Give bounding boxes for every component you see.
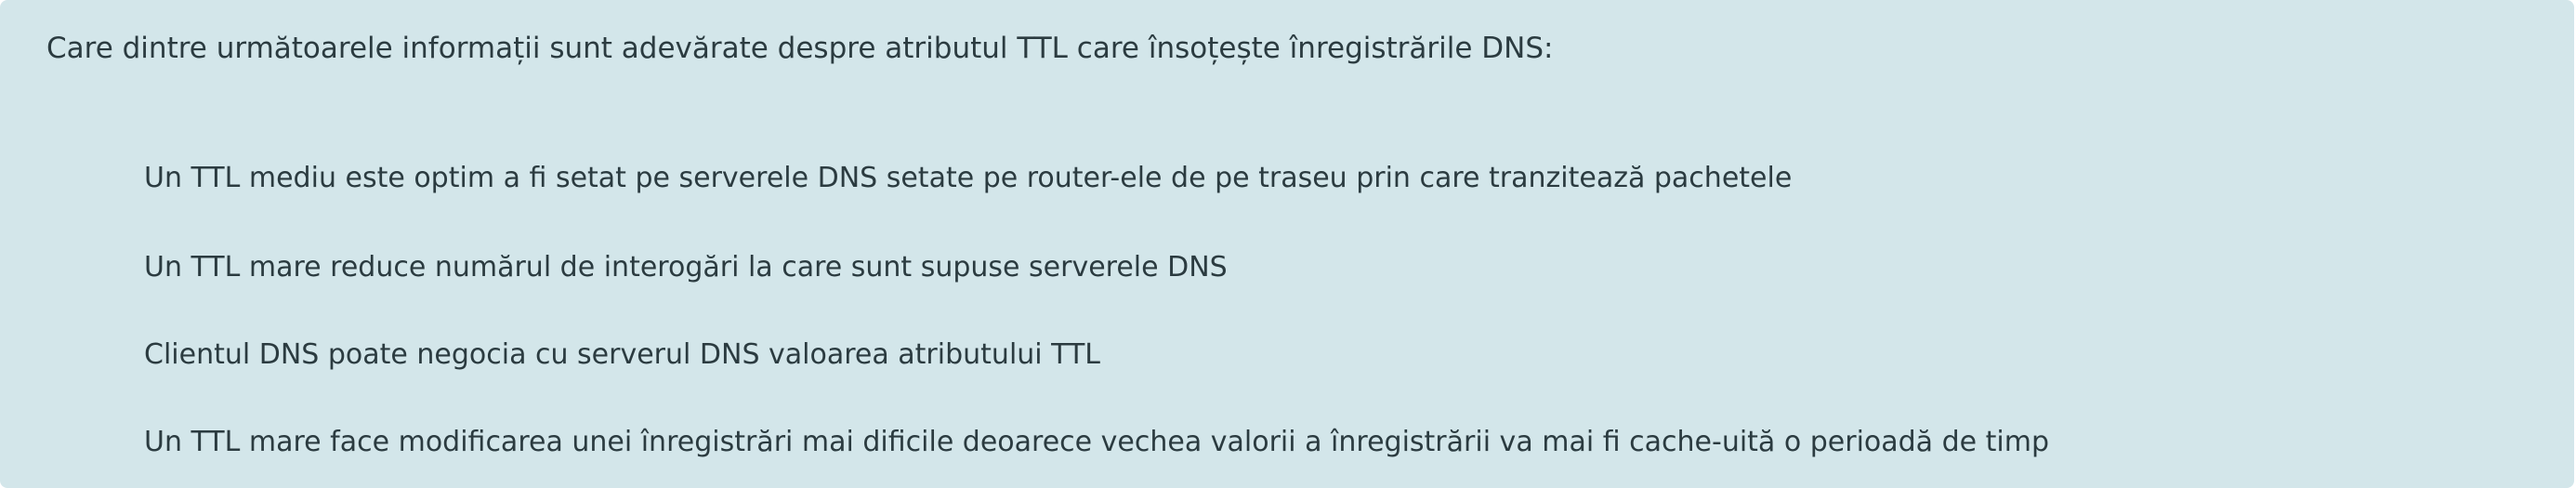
answer-label: Un TTL mare face modificarea unei înregi… <box>144 426 2050 458</box>
answer-list: Un TTL mediu este optim a fi setat pe se… <box>0 0 2574 488</box>
answer-label: Un TTL mare reduce numărul de interogări… <box>144 251 1228 284</box>
question-panel: Care dintre următoarele informații sunt … <box>0 0 2574 488</box>
answer-option-4[interactable]: Un TTL mare face modificarea unei înregi… <box>84 405 2565 480</box>
answer-option-1[interactable]: Un TTL mediu este optim a fi setat pe se… <box>84 141 2565 216</box>
answer-label: Clientul DNS poate negocia cu serverul D… <box>144 338 1100 371</box>
answer-option-3[interactable]: Clientul DNS poate negocia cu serverul D… <box>84 318 2565 392</box>
answer-option-2[interactable]: Un TTL mare reduce numărul de interogări… <box>84 231 2565 305</box>
answer-label: Un TTL mediu este optim a fi setat pe se… <box>144 162 1793 194</box>
